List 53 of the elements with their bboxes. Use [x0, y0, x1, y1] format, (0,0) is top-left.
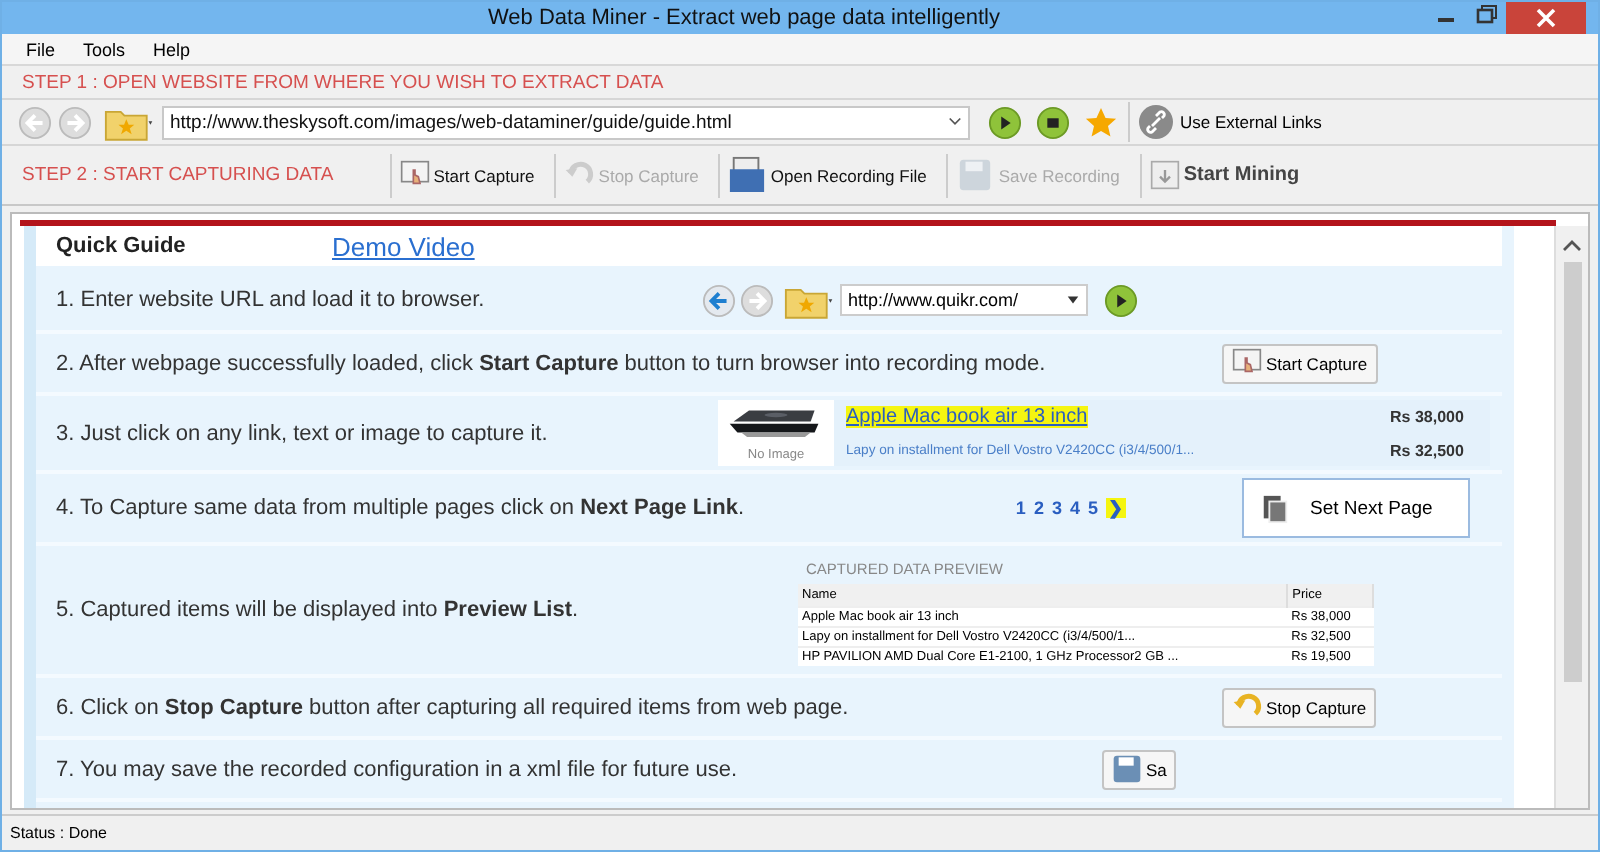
step-text: 1. Enter website URL and load it to browser.	[56, 288, 487, 312]
link-icon	[1138, 104, 1174, 140]
download-icon	[1149, 160, 1180, 190]
stop-button[interactable]	[1036, 105, 1070, 139]
pointer-icon	[399, 160, 430, 190]
external-links-button[interactable]: Use External Links	[1128, 102, 1330, 142]
folder-icon	[728, 156, 767, 194]
back-button[interactable]	[702, 283, 736, 317]
pages-icon	[1260, 493, 1290, 523]
window-title: Web Data Miner - Extract web page data intelligently	[486, 6, 1002, 30]
guide-tab[interactable]: Quick Guide	[36, 234, 292, 258]
open-button[interactable]: Open Recording File	[718, 153, 935, 197]
floppy-icon	[1112, 754, 1142, 784]
start-capture-button[interactable]: Start Capture	[1222, 343, 1378, 383]
scroll-up-icon[interactable]	[1562, 238, 1582, 254]
step-label: STEP 2 : START CAPTURING DATA	[22, 164, 334, 186]
menu-item[interactable]: Help	[153, 39, 191, 59]
play-button[interactable]	[1104, 283, 1138, 317]
mine-button[interactable]: Start Mining	[1139, 153, 1308, 197]
capture-button[interactable]: Start Capture	[389, 153, 543, 197]
url-field[interactable]: http://www.theskysoft.com/images/web-dataminer/guide/guide.html	[162, 105, 970, 139]
step-text: 6. Click on Stop Capture button after capturing all required items from web page.	[56, 695, 851, 719]
floppy-icon	[956, 156, 995, 194]
save-button[interactable]: Sa	[1102, 749, 1177, 789]
play-button[interactable]	[988, 105, 1022, 139]
step-text: 7. You may save the recorded configuration in a xml file for future use.	[56, 757, 740, 781]
product-price: Rs 32,500	[1390, 441, 1466, 460]
page-link[interactable]: 5	[1087, 498, 1098, 518]
star-icon[interactable]	[1084, 105, 1118, 139]
step-text: 3. Just click on any link, text or image to capture it.	[56, 421, 550, 445]
dropdown-icon[interactable]	[1066, 294, 1080, 306]
guide-tab[interactable]: Demo Video	[292, 231, 568, 261]
url-field[interactable]: http://www.quikr.com/	[840, 284, 1088, 316]
pointer-icon	[1232, 348, 1262, 378]
step-text: 4. To Capture same data from multiple pages click on Next Page Link.	[56, 496, 747, 520]
menu-item[interactable]: File	[26, 39, 56, 59]
next-page-link[interactable]: ❯	[1106, 498, 1126, 518]
set-next-page-button[interactable]: Set Next Page	[1242, 478, 1470, 538]
close-button[interactable]	[1506, 2, 1586, 34]
menu-item[interactable]: Tools	[83, 39, 126, 59]
status-text: Status : Done	[10, 824, 107, 842]
page-link[interactable]: 3	[1051, 498, 1062, 518]
product-price: Rs 38,000	[1390, 408, 1466, 427]
page-link[interactable]: 4	[1069, 498, 1080, 518]
step-text: 2. After webpage successfully loaded, click Start Capture button to turn browser into recording mode.	[56, 351, 1048, 375]
scrollbar[interactable]	[1554, 226, 1588, 808]
product-link[interactable]: Apple Mac book air 13 inch	[846, 406, 1088, 429]
step-label: STEP 1 : OPEN WEBSITE FROM WHERE YOU WISH TO EXTRACT DATA	[22, 71, 664, 93]
stop-capture-button[interactable]: Stop Capture	[1222, 687, 1377, 727]
step-text: 5. Captured items will be displayed into Preview List.	[56, 598, 581, 622]
page-link[interactable]: 1	[1015, 498, 1026, 518]
dropdown-icon[interactable]	[948, 116, 962, 128]
page-link[interactable]: 2	[1033, 498, 1044, 518]
